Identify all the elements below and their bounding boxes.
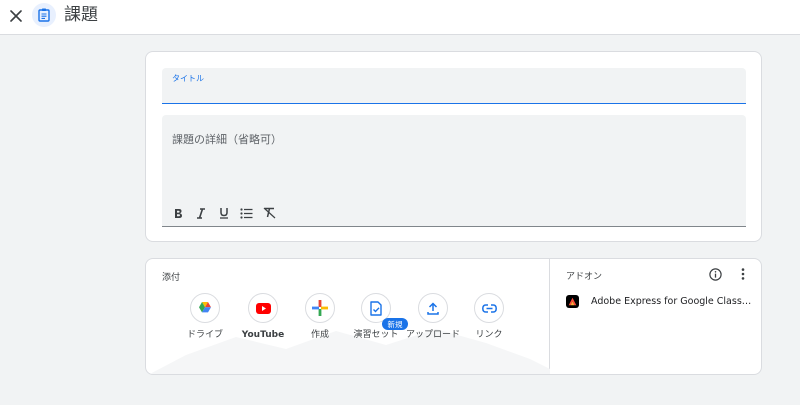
- attach-practice-set-button[interactable]: 演習セット: [347, 293, 405, 341]
- attach-drive-circle: [190, 293, 220, 323]
- bold-button[interactable]: [166, 203, 189, 223]
- info-icon: [708, 267, 722, 281]
- assignment-details-card: タイトル 課題の詳細（省略可）: [145, 51, 762, 242]
- upload-icon: [427, 301, 439, 315]
- close-icon: [10, 10, 22, 22]
- title-field-label: タイトル: [172, 74, 204, 83]
- attachments-pane: 添付 ドライブ YouTube 作成 演習セット 新規 アップロード リンク: [146, 259, 550, 374]
- adobe-express-logo: [566, 294, 579, 308]
- description-placeholder: 課題の詳細（省略可）: [172, 133, 282, 146]
- attach-link-button[interactable]: リンク: [460, 293, 518, 341]
- app-bar: 課題: [0, 0, 800, 35]
- adobe-express-icon: [568, 297, 577, 305]
- attach-drive-label: ドライブ: [186, 330, 223, 340]
- attach-youtube-circle: [248, 293, 278, 323]
- underline-icon: [219, 208, 228, 219]
- clear-formatting-button[interactable]: [258, 203, 281, 223]
- addons-more-button[interactable]: [736, 267, 750, 281]
- description-field[interactable]: 課題の詳細（省略可）: [162, 115, 746, 227]
- bulleted-list-button[interactable]: [235, 203, 258, 223]
- attach-upload-circle: [418, 293, 448, 323]
- addons-label: アドオン: [566, 272, 603, 282]
- addons-info-button[interactable]: [708, 267, 722, 281]
- attach-upload-button[interactable]: アップロード: [404, 293, 462, 341]
- youtube-icon: [255, 302, 271, 314]
- attachments-card: 添付 ドライブ YouTube 作成 演習セット 新規 アップロード リンク ア…: [145, 258, 762, 375]
- create-plus-icon: [312, 300, 328, 316]
- addon-adobe-express[interactable]: Adobe Express for Google Classroom: [566, 293, 752, 309]
- attach-youtube-button[interactable]: YouTube: [234, 293, 292, 341]
- underline-button[interactable]: [212, 203, 235, 223]
- assignment-badge: [32, 3, 56, 27]
- attach-drive-button[interactable]: ドライブ: [176, 293, 234, 341]
- attachments-label: 添付: [162, 273, 181, 283]
- title-input[interactable]: [172, 85, 732, 99]
- page-title: 課題: [64, 5, 98, 25]
- italic-button[interactable]: [189, 203, 212, 223]
- attach-upload-label: アップロード: [405, 330, 460, 340]
- close-button[interactable]: [6, 6, 26, 26]
- clear-formatting-icon: [263, 207, 276, 219]
- addons-pane: アドオン Adobe Express for Google Classroom: [550, 259, 761, 374]
- addon-name: Adobe Express for Google Classroom: [591, 295, 752, 307]
- google-drive-icon: [199, 302, 211, 313]
- link-icon: [481, 303, 497, 313]
- format-toolbar: [166, 203, 281, 223]
- attach-create-circle: [305, 293, 335, 323]
- bulleted-list-icon: [240, 207, 253, 219]
- attach-practice-set-label: 演習セット: [353, 330, 399, 340]
- attach-create-button[interactable]: 作成: [291, 293, 349, 341]
- more-vert-icon: [741, 268, 745, 280]
- attach-youtube-label: YouTube: [241, 330, 285, 340]
- title-field[interactable]: タイトル: [162, 68, 746, 104]
- practice-set-icon: [370, 300, 382, 316]
- italic-icon: [196, 207, 205, 219]
- bold-icon: [174, 208, 182, 218]
- attach-create-label: 作成: [310, 330, 329, 340]
- assignment-icon: [38, 8, 50, 22]
- attach-link-circle: [474, 293, 504, 323]
- attach-link-label: リンク: [475, 330, 503, 340]
